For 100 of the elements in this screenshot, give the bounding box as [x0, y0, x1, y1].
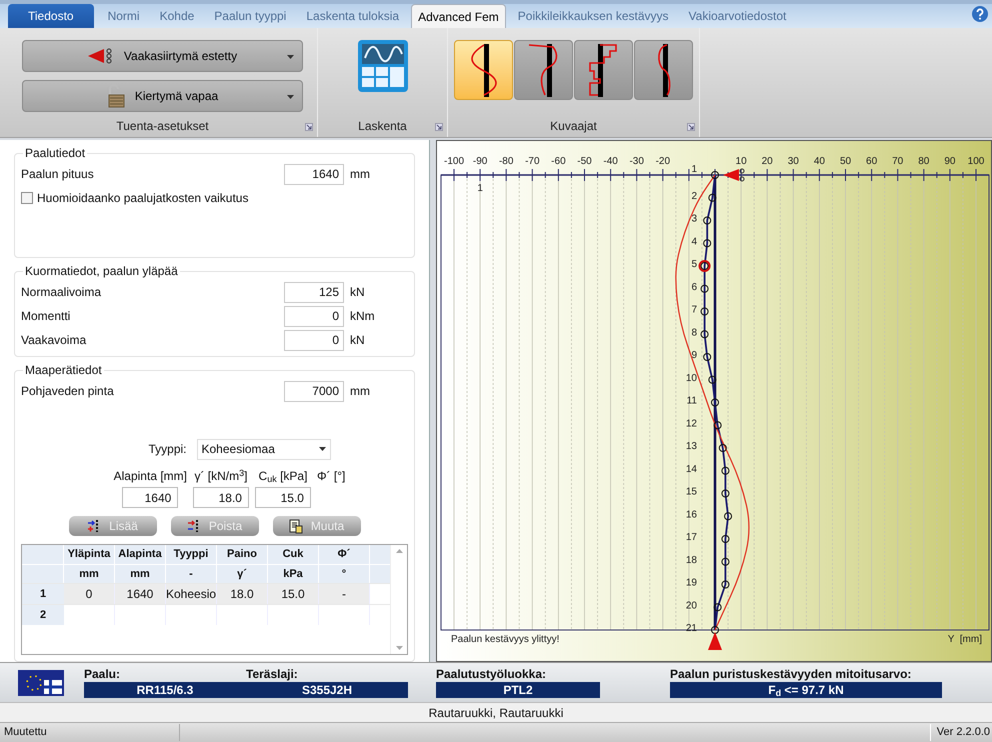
ribbon-tab[interactable]: Normi	[100, 4, 148, 28]
number-field[interactable]: 125	[284, 282, 344, 302]
ribbon-tab[interactable]: Tiedosto	[8, 4, 94, 28]
node-marker	[703, 216, 712, 224]
unit-header: mm	[64, 565, 115, 583]
node-marker	[721, 535, 730, 543]
number-field[interactable]: 0	[284, 306, 344, 326]
graph-icon	[589, 43, 618, 97]
node-label: 9	[691, 350, 697, 361]
node-marker	[718, 444, 727, 452]
dropdown-button[interactable]: Kiertymä vapaa	[22, 80, 303, 112]
node-marker	[721, 558, 730, 566]
number-field[interactable]: 1640	[122, 487, 178, 508]
field-label: Pohjaveden pinta	[21, 383, 115, 400]
node-marker	[714, 421, 722, 430]
node-label: 20	[686, 600, 697, 612]
tick-label: -80	[498, 156, 514, 167]
node-label: 4	[691, 236, 697, 248]
unit-header: -	[166, 565, 217, 583]
launcher-icon[interactable]	[687, 123, 695, 131]
row-header[interactable]: 1	[22, 584, 64, 604]
document-icon	[288, 518, 303, 534]
ribbon-tab[interactable]: Vakioarvotiedostot	[680, 4, 794, 28]
help-icon[interactable]	[972, 6, 988, 22]
launcher-icon[interactable]	[305, 123, 313, 131]
ribbon-tab[interactable]: Poikkileikkauksen kestävyys	[510, 4, 677, 28]
number-field[interactable]: 0	[284, 330, 344, 350]
node-label: 16	[686, 509, 697, 520]
group-label: Kuvaajat	[550, 118, 597, 135]
field-label: Paalun pituus	[21, 166, 95, 183]
info-value: PTL2	[436, 682, 600, 698]
field-label: γ´ [kN/m$^{3}$]	[194, 467, 248, 485]
dropdown-button[interactable]: Vaakasiirtymä estetty	[22, 40, 303, 72]
caret-icon	[287, 95, 294, 99]
chart-button[interactable]	[574, 40, 633, 100]
caret-icon	[287, 55, 294, 59]
ribbon-tab[interactable]: Kohde	[152, 4, 202, 28]
table-cell: 0	[64, 584, 115, 604]
unit-label: mm	[349, 166, 371, 183]
table-cell: -	[319, 584, 370, 604]
node-label: 2	[691, 190, 697, 202]
node-label: 12	[686, 418, 697, 430]
number-field[interactable]: 18.0	[192, 487, 249, 508]
unit-label: kN	[349, 332, 366, 349]
info-label: Teräslaji:	[246, 667, 299, 682]
chart-button[interactable]	[454, 40, 513, 100]
ribbon-tab[interactable]: Laskenta tuloksia	[298, 4, 408, 28]
graph-icon	[528, 43, 560, 97]
tick-label: 50	[840, 156, 852, 167]
node-label: 1	[691, 164, 697, 175]
node-label: 11	[686, 396, 697, 406]
node-marker	[700, 308, 709, 316]
calculator-icon[interactable]	[358, 40, 408, 92]
node-label: 8	[691, 327, 697, 338]
field-label: Alapinta [mm]	[114, 468, 187, 485]
number-field[interactable]: 7000	[284, 380, 344, 402]
tick-label: -50	[577, 156, 592, 167]
tick-label: 30	[788, 156, 799, 167]
node-marker	[703, 239, 712, 248]
field-label: Tyyppi:	[148, 441, 186, 458]
node-label: 17	[686, 532, 697, 543]
graph-icon	[470, 43, 496, 97]
number-field[interactable]: 1640	[284, 164, 344, 184]
row-header[interactable]: 2	[22, 605, 64, 625]
table-cell: 1640	[115, 584, 166, 604]
checkbox[interactable]	[21, 192, 33, 204]
type-dropdown[interactable]: Koheesiomaa	[196, 438, 330, 460]
unit-header: °	[319, 565, 370, 583]
field-label: Φ´ [°]	[316, 468, 346, 485]
chart-button[interactable]	[514, 40, 573, 100]
tick-label: -40	[603, 156, 618, 167]
section-title: Maaperätiedot	[24, 362, 103, 379]
node-marker	[708, 194, 716, 202]
group-label: Tuenta-asetukset	[116, 118, 209, 135]
number-field[interactable]: 15.0	[254, 487, 311, 508]
remove-icon	[186, 519, 201, 533]
flag-icon	[18, 670, 64, 696]
tick-label: -20	[656, 156, 670, 167]
field-label: Normaalivoima	[21, 284, 102, 301]
table-cell: Koheesio	[166, 584, 217, 604]
node-label: 15	[686, 486, 697, 498]
node-marker	[714, 603, 722, 612]
tick-label: 10	[736, 156, 747, 167]
arrow-icon	[88, 48, 114, 64]
info-label: Paalun puristuskestävyyden mitoitusarvo:	[670, 667, 912, 682]
group-label: Laskenta	[358, 118, 407, 135]
ribbon-tab[interactable]: Paalun tyyppi	[206, 4, 294, 28]
unit-header: γ´	[217, 565, 268, 583]
launcher-icon[interactable]	[435, 123, 443, 131]
node-label: 19	[686, 578, 697, 588]
tick-label: -60	[551, 156, 566, 167]
chart-button[interactable]	[634, 40, 693, 100]
node-marker	[724, 512, 732, 520]
field-label: C$_{uk}$ [kPa]	[258, 468, 308, 485]
node-label: 14	[686, 464, 697, 475]
ribbon-tab[interactable]: Advanced Fem	[411, 4, 506, 28]
section-title: Paalutiedot	[24, 145, 86, 162]
node-label: 13	[686, 441, 697, 452]
node-label: 3	[691, 214, 697, 224]
support-icon	[723, 168, 744, 182]
